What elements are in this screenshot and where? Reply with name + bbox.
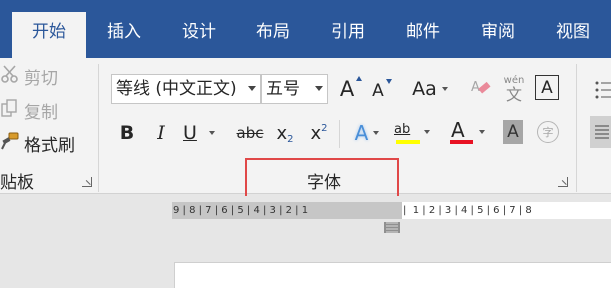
ruler-right-numbers: | 1 | 2 | 3 | 4 | 5 | 6 | 7 | 8	[403, 205, 532, 216]
copy-label: 复制	[24, 103, 58, 123]
tab-references[interactable]: 引用	[318, 14, 378, 58]
grow-font-glyph: A	[339, 77, 355, 101]
clipboard-group-label: 贴板	[0, 173, 34, 193]
phonetic-top-text: wén	[503, 74, 525, 86]
shrink-font-glyph: A	[372, 81, 384, 101]
character-shading-glyph: A	[507, 122, 519, 142]
subscript-glyph: x	[276, 122, 288, 144]
phonetic-guide-button[interactable]: wén 文	[501, 72, 527, 106]
tab-design[interactable]: 设计	[169, 14, 229, 58]
tab-home[interactable]: 开始	[12, 12, 86, 58]
ribbon-tab-bar: 开始 插入 设计 布局 引用 邮件 审阅 视图	[0, 0, 611, 58]
chevron-down-icon	[441, 87, 448, 91]
change-case-glyph: Aa	[412, 78, 437, 100]
subscript-mark: 2	[287, 133, 294, 145]
chevron-down-icon	[478, 130, 485, 134]
text-effects-button[interactable]: A	[347, 118, 387, 148]
cut-label: 剪切	[24, 69, 58, 89]
cut-button[interactable]: 剪切	[0, 64, 58, 89]
shrink-font-button[interactable]: A	[366, 76, 392, 106]
caret-up-icon	[356, 76, 362, 81]
caret-down-icon	[386, 79, 392, 84]
group-separator	[339, 120, 340, 148]
font-color-glyph: A	[451, 118, 465, 142]
italic-glyph: I	[157, 122, 165, 144]
scissors-icon	[0, 64, 22, 89]
copy-button[interactable]: 复制	[0, 98, 58, 123]
phonetic-bottom-text: 文	[505, 84, 522, 104]
font-name-select[interactable]: 等线 (中文正文)	[111, 74, 261, 104]
bullets-icon[interactable]	[595, 78, 611, 102]
italic-button[interactable]: I	[150, 118, 172, 148]
character-shading-button[interactable]: A	[503, 120, 523, 144]
enclose-characters-button[interactable]: 字	[537, 121, 559, 143]
superscript-mark: 2	[321, 122, 328, 134]
copy-icon	[0, 98, 22, 123]
font-color-swatch	[450, 140, 473, 144]
chevron-down-icon	[373, 131, 380, 135]
svg-text:A: A	[471, 80, 480, 95]
group-separator	[98, 64, 99, 192]
clear-formatting-button[interactable]: A	[468, 74, 494, 104]
tab-review[interactable]: 审阅	[468, 14, 528, 58]
highlight-color-swatch	[396, 140, 420, 144]
tab-view[interactable]: 视图	[543, 14, 603, 58]
ruler-indent-marker[interactable]	[376, 202, 402, 233]
strikethrough-button[interactable]: abc	[236, 118, 264, 148]
format-painter-button[interactable]: 格式刷	[0, 131, 75, 156]
text-effects-glyph: A	[354, 121, 369, 145]
bold-button[interactable]: B	[116, 118, 138, 148]
tab-mailings[interactable]: 邮件	[393, 14, 453, 58]
paintbrush-icon	[0, 131, 22, 156]
tab-insert[interactable]: 插入	[94, 14, 154, 58]
tab-layout[interactable]: 布局	[243, 14, 303, 58]
underline-button[interactable]: U	[183, 118, 227, 148]
subscript-button[interactable]: x 2	[273, 118, 297, 148]
character-border-button[interactable]: A	[535, 75, 559, 100]
align-left-icon[interactable]	[590, 116, 611, 148]
clipboard-launcher-icon[interactable]	[82, 177, 92, 187]
ruler-left-numbers: 9 | 8 | 7 | 6 | 5 | 4 | 3 | 2 | 1	[173, 205, 309, 216]
highlighter-icon: ab	[394, 121, 411, 137]
chevron-down-icon	[208, 131, 215, 135]
eraser-icon: A	[470, 76, 492, 102]
chevron-down-icon	[315, 86, 323, 91]
grow-font-button[interactable]: A	[334, 74, 362, 104]
font-size-select[interactable]: 五号	[261, 74, 328, 104]
font-name-value: 等线 (中文正文)	[116, 79, 237, 99]
document-page[interactable]	[174, 262, 611, 288]
chevron-down-icon	[424, 130, 431, 134]
font-size-value: 五号	[266, 79, 300, 99]
bold-glyph: B	[119, 122, 135, 144]
underline-glyph: U	[183, 122, 197, 144]
font-launcher-icon[interactable]	[558, 177, 568, 187]
chevron-down-icon	[248, 86, 256, 91]
change-case-button[interactable]: Aa	[410, 74, 450, 104]
character-border-glyph: A	[541, 77, 553, 98]
group-separator	[576, 64, 577, 192]
enclose-characters-glyph: 字	[542, 126, 554, 139]
superscript-button[interactable]: x 2	[307, 118, 331, 148]
annotation-highlight-box	[245, 158, 399, 199]
strikethrough-glyph: abc	[236, 124, 264, 142]
format-painter-label: 格式刷	[24, 136, 75, 156]
superscript-glyph: x	[310, 122, 322, 144]
